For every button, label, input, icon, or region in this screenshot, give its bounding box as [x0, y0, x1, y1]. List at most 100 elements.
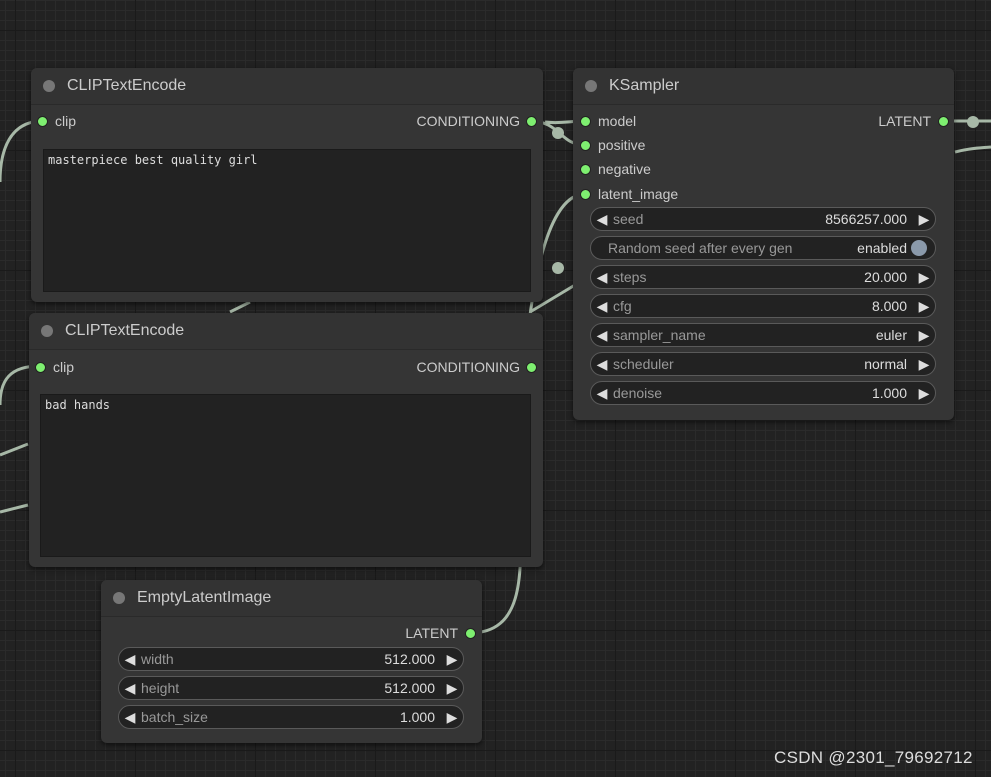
previous-arrow-icon[interactable]: ◀: [591, 327, 613, 344]
widget-value[interactable]: 8.000: [872, 298, 907, 314]
increment-arrow-icon[interactable]: ▶: [913, 385, 935, 402]
decrement-arrow-icon[interactable]: ◀: [591, 298, 613, 315]
decrement-arrow-icon[interactable]: ◀: [119, 709, 141, 726]
widget-label: steps: [613, 269, 647, 285]
slot-label: clip: [55, 113, 77, 129]
input-slot-clip[interactable]: clip: [37, 111, 76, 131]
output-dot[interactable]: [465, 627, 476, 639]
output-slot-conditioning[interactable]: CONDITIONING: [417, 111, 537, 131]
widget-value[interactable]: normal: [864, 356, 907, 372]
clip-text-encode-negative-node[interactable]: CLIPTextEncode clip CONDITIONING bad han…: [29, 313, 543, 567]
node-title-bar[interactable]: CLIPTextEncode: [29, 313, 543, 350]
output-slot-latent[interactable]: LATENT: [405, 623, 476, 643]
node-title: KSampler: [609, 77, 680, 94]
collapse-dot[interactable]: [585, 80, 597, 92]
widget-value[interactable]: 1.000: [400, 709, 435, 725]
input-slot-latent-image[interactable]: latent_image: [580, 184, 678, 204]
link-left-bg-3: [0, 503, 29, 514]
input-dot[interactable]: [580, 139, 591, 151]
increment-arrow-icon[interactable]: ▶: [913, 269, 935, 286]
sampler-name-select[interactable]: ◀ sampler_name euler ▶: [590, 323, 936, 347]
previous-arrow-icon[interactable]: ◀: [591, 356, 613, 373]
widget-label: cfg: [613, 298, 632, 314]
input-slot-negative[interactable]: negative: [580, 159, 651, 179]
output-slot-latent[interactable]: LATENT: [878, 111, 949, 131]
output-dot[interactable]: [526, 115, 537, 127]
input-dot[interactable]: [35, 361, 46, 373]
link-left-bg-2: [0, 442, 29, 457]
increment-arrow-icon[interactable]: ▶: [441, 709, 463, 726]
increment-arrow-icon[interactable]: ▶: [913, 298, 935, 315]
watermark: CSDN @2301_79692712: [774, 748, 973, 767]
steps-widget[interactable]: ◀ steps 20.000 ▶: [590, 265, 936, 289]
widget-value[interactable]: 1.000: [872, 385, 907, 401]
prompt-textarea[interactable]: bad hands: [40, 394, 531, 557]
output-dot[interactable]: [526, 361, 537, 373]
increment-arrow-icon[interactable]: ▶: [441, 651, 463, 668]
slot-label: LATENT: [878, 113, 931, 129]
link-ksampler-out-2: [954, 145, 991, 154]
node-title: CLIPTextEncode: [65, 322, 185, 339]
graph-canvas[interactable]: CLIPTextEncode clip CONDITIONING masterp…: [0, 0, 991, 777]
slot-label: CONDITIONING: [416, 359, 520, 375]
increment-arrow-icon[interactable]: ▶: [913, 211, 935, 228]
scheduler-select[interactable]: ◀ scheduler normal ▶: [590, 352, 936, 376]
widget-label: seed: [613, 211, 644, 227]
increment-arrow-icon[interactable]: ▶: [441, 680, 463, 697]
clip-text-encode-positive-node[interactable]: CLIPTextEncode clip CONDITIONING masterp…: [31, 68, 543, 302]
node-title-bar[interactable]: EmptyLatentImage: [101, 580, 482, 617]
input-dot[interactable]: [37, 115, 48, 127]
slot-label: positive: [598, 137, 646, 153]
decrement-arrow-icon[interactable]: ◀: [591, 385, 613, 402]
input-dot[interactable]: [580, 188, 591, 200]
empty-latent-image-node[interactable]: EmptyLatentImage LATENT ◀ width 512.000 …: [101, 580, 482, 743]
decrement-arrow-icon[interactable]: ◀: [591, 269, 613, 286]
widget-value[interactable]: 512.000: [384, 680, 435, 696]
slot-label: LATENT: [405, 625, 458, 641]
ksampler-node[interactable]: KSampler model positive negative latent_…: [573, 68, 954, 420]
input-dot[interactable]: [580, 115, 591, 127]
input-slot-clip[interactable]: clip: [35, 357, 74, 377]
link-midpoint: [552, 127, 564, 139]
collapse-dot[interactable]: [113, 592, 125, 604]
width-widget[interactable]: ◀ width 512.000 ▶: [118, 647, 464, 671]
node-title: CLIPTextEncode: [67, 77, 187, 94]
slot-label: CONDITIONING: [416, 113, 520, 129]
widget-label: width: [141, 651, 174, 667]
batch-size-widget[interactable]: ◀ batch_size 1.000 ▶: [118, 705, 464, 729]
widget-value[interactable]: 20.000: [864, 269, 907, 285]
toggle-label: Random seed after every gen: [608, 240, 793, 256]
prompt-textarea[interactable]: masterpiece best quality girl: [43, 149, 531, 292]
decrement-arrow-icon[interactable]: ◀: [119, 651, 141, 668]
toggle-value: enabled: [857, 240, 907, 256]
input-slot-model[interactable]: model: [580, 111, 636, 131]
output-slot-conditioning[interactable]: CONDITIONING: [417, 357, 537, 377]
random-seed-toggle[interactable]: Random seed after every gen enabled: [590, 236, 936, 260]
slot-label: latent_image: [598, 186, 679, 202]
link-midpoint: [967, 116, 979, 128]
seed-widget[interactable]: ◀ seed 8566257.000 ▶: [590, 207, 936, 231]
decrement-arrow-icon[interactable]: ◀: [119, 680, 141, 697]
node-title-bar[interactable]: KSampler: [573, 68, 954, 105]
widget-value[interactable]: euler: [876, 327, 907, 343]
collapse-dot[interactable]: [41, 325, 53, 337]
widget-label: denoise: [613, 385, 663, 401]
toggle-knob-icon[interactable]: [911, 240, 927, 256]
input-slot-positive[interactable]: positive: [580, 135, 645, 155]
widget-value[interactable]: 8566257.000: [825, 211, 907, 227]
widget-label: scheduler: [613, 356, 674, 372]
denoise-widget[interactable]: ◀ denoise 1.000 ▶: [590, 381, 936, 405]
decrement-arrow-icon[interactable]: ◀: [591, 211, 613, 228]
next-arrow-icon[interactable]: ▶: [913, 327, 935, 344]
widget-label: height: [141, 680, 180, 696]
widget-value[interactable]: 512.000: [384, 651, 435, 667]
input-dot[interactable]: [580, 163, 591, 175]
next-arrow-icon[interactable]: ▶: [913, 356, 935, 373]
link-midpoint: [552, 262, 564, 274]
height-widget[interactable]: ◀ height 512.000 ▶: [118, 676, 464, 700]
output-dot[interactable]: [938, 115, 949, 127]
cfg-widget[interactable]: ◀ cfg 8.000 ▶: [590, 294, 936, 318]
collapse-dot[interactable]: [43, 80, 55, 92]
widget-label: sampler_name: [613, 327, 706, 343]
node-title-bar[interactable]: CLIPTextEncode: [31, 68, 543, 105]
